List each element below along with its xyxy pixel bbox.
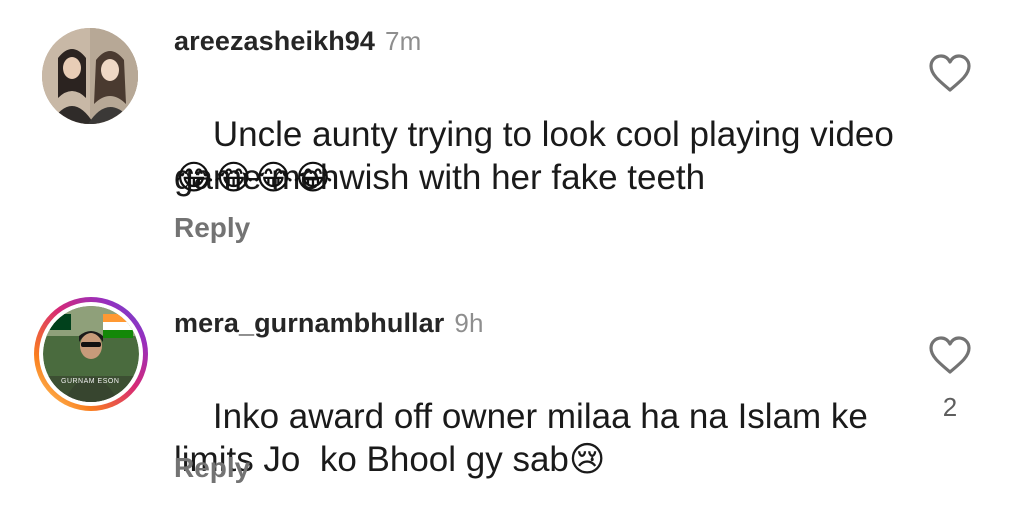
avatar[interactable]: [42, 28, 138, 124]
comment-time: 9h: [454, 308, 484, 338]
avatar[interactable]: GURNAM ESON: [34, 297, 148, 411]
heart-icon[interactable]: [928, 336, 972, 376]
comment-username[interactable]: mera_gurnambhullar 9h: [174, 308, 484, 339]
comment-2: GURNAM ESON mera_gurnambhullar 9h Inko aw…: [0, 280, 1024, 519]
comment-text: Inko award off owner milaa ha na Islam k…: [174, 352, 874, 524]
heart-icon[interactable]: [928, 54, 972, 94]
comment-1: areezasheikh94 7m Uncle aunty trying to l…: [0, 0, 1024, 260]
username-text[interactable]: areezasheikh94: [174, 26, 375, 56]
emoji-text: 😂😂😂😂: [174, 159, 333, 197]
comment-time: 7m: [385, 26, 422, 56]
profile-photo-icon: [42, 28, 138, 124]
avatar-inner: GURNAM ESON: [39, 302, 143, 406]
comment-text: Uncle aunty trying to look cool playing …: [174, 70, 934, 242]
like-count[interactable]: 2: [928, 392, 972, 423]
comment-body: Inko award off owner milaa ha na Islam k…: [174, 397, 878, 479]
emoji-row: 😂😂😂😂: [174, 157, 333, 199]
avatar-caption: GURNAM ESON: [61, 378, 120, 385]
username-text[interactable]: mera_gurnambhullar: [174, 308, 444, 338]
reply-button[interactable]: Reply: [174, 452, 250, 484]
comment-username[interactable]: areezasheikh94 7m: [174, 26, 421, 57]
profile-photo-icon: [43, 306, 139, 402]
reply-button[interactable]: Reply: [174, 212, 250, 244]
